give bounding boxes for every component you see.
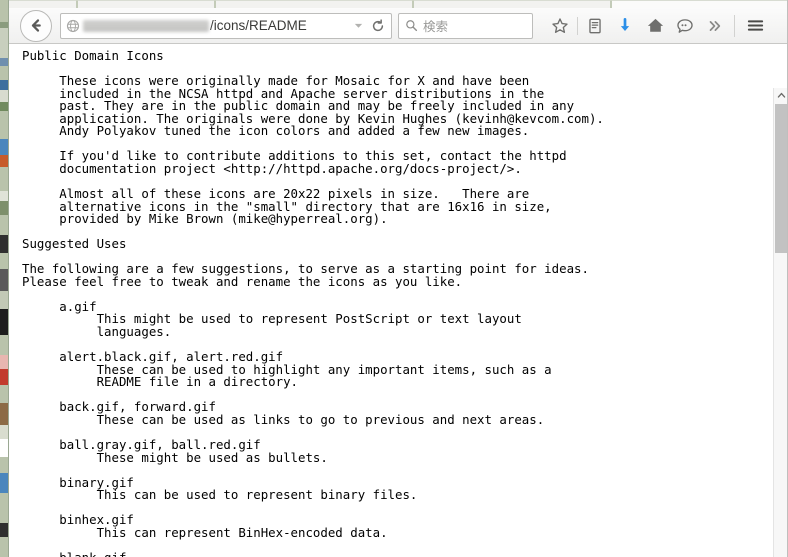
navigation-toolbar: /icons/README 検索 — [9, 8, 788, 44]
bg-sliver-band-31 — [0, 537, 8, 557]
bg-sliver-band-27 — [0, 457, 8, 473]
bg-sliver-band-24 — [0, 403, 8, 425]
bg-sliver-band-10 — [0, 155, 8, 167]
search-icon — [405, 19, 418, 32]
bg-sliver-band-22 — [0, 369, 8, 385]
tab-strip[interactable] — [9, 0, 788, 8]
bg-sliver-band-16 — [0, 253, 8, 269]
bookmark-star-icon[interactable] — [545, 11, 575, 41]
bg-sliver-band-2 — [0, 28, 8, 58]
search-placeholder: 検索 — [423, 20, 449, 34]
menu-divider — [734, 14, 735, 37]
page-content-area[interactable]: Public Domain Icons These icons were ori… — [9, 44, 788, 557]
bg-sliver-band-30 — [0, 523, 8, 537]
bg-sliver-band-29 — [0, 493, 8, 523]
bg-sliver-band-15 — [0, 235, 8, 253]
bg-sliver-band-11 — [0, 167, 8, 191]
background-window-sliver[interactable] — [0, 0, 8, 557]
bg-sliver-band-12 — [0, 191, 8, 201]
downloads-icon[interactable] — [610, 11, 640, 41]
url-text: /icons/README — [80, 14, 348, 38]
bg-sliver-band-28 — [0, 473, 8, 493]
bg-sliver-band-26 — [0, 439, 8, 457]
url-bar[interactable]: /icons/README — [60, 12, 392, 39]
toolbar-divider — [577, 16, 578, 35]
search-bar[interactable]: 検索 — [398, 12, 533, 39]
bg-sliver-band-5 — [0, 80, 8, 90]
bg-sliver-band-17 — [0, 269, 8, 291]
firefox-window: /icons/README 検索 Public Domain Icons The… — [8, 0, 788, 557]
chat-icon[interactable] — [670, 11, 700, 41]
bg-sliver-band-13 — [0, 201, 8, 215]
bg-sliver-band-3 — [0, 58, 8, 66]
bg-sliver-band-9 — [0, 139, 8, 155]
url-redacted-domain — [83, 19, 209, 32]
site-identity-globe-icon — [66, 19, 80, 33]
bg-sliver-band-14 — [0, 215, 8, 235]
tab-1[interactable] — [9, 0, 77, 8]
back-button[interactable] — [20, 9, 52, 42]
tab-5[interactable] — [611, 0, 788, 8]
tab-4[interactable] — [413, 0, 611, 8]
bg-sliver-band-0 — [0, 0, 8, 22]
tab-3[interactable] — [215, 0, 413, 8]
bg-sliver-band-25 — [0, 425, 8, 439]
bg-sliver-band-8 — [0, 111, 8, 139]
library-icon[interactable] — [580, 11, 610, 41]
bg-sliver-band-7 — [0, 102, 8, 111]
bg-sliver-band-20 — [0, 335, 8, 355]
readme-document: Public Domain Icons These icons were ori… — [9, 44, 773, 557]
tab-2[interactable] — [77, 0, 215, 8]
home-icon[interactable] — [640, 11, 670, 41]
bg-sliver-band-19 — [0, 309, 8, 335]
readme-text: Public Domain Icons These icons were ori… — [22, 48, 604, 557]
vertical-scrollbar[interactable] — [773, 88, 788, 557]
bg-sliver-band-18 — [0, 291, 8, 309]
reload-icon[interactable] — [368, 18, 388, 33]
bg-sliver-band-21 — [0, 355, 8, 369]
hamburger-menu-icon[interactable] — [740, 11, 770, 41]
chevron-down-icon[interactable] — [348, 20, 368, 31]
bg-sliver-band-6 — [0, 90, 8, 102]
url-visible-path: /icons/README — [210, 17, 307, 33]
overflow-icon[interactable] — [700, 11, 730, 41]
bg-sliver-band-23 — [0, 385, 8, 403]
bg-sliver-band-4 — [0, 66, 8, 80]
browser-screenshot: /icons/README 検索 Public Domain Icons The… — [0, 0, 788, 557]
caret-up-icon[interactable] — [774, 88, 788, 103]
